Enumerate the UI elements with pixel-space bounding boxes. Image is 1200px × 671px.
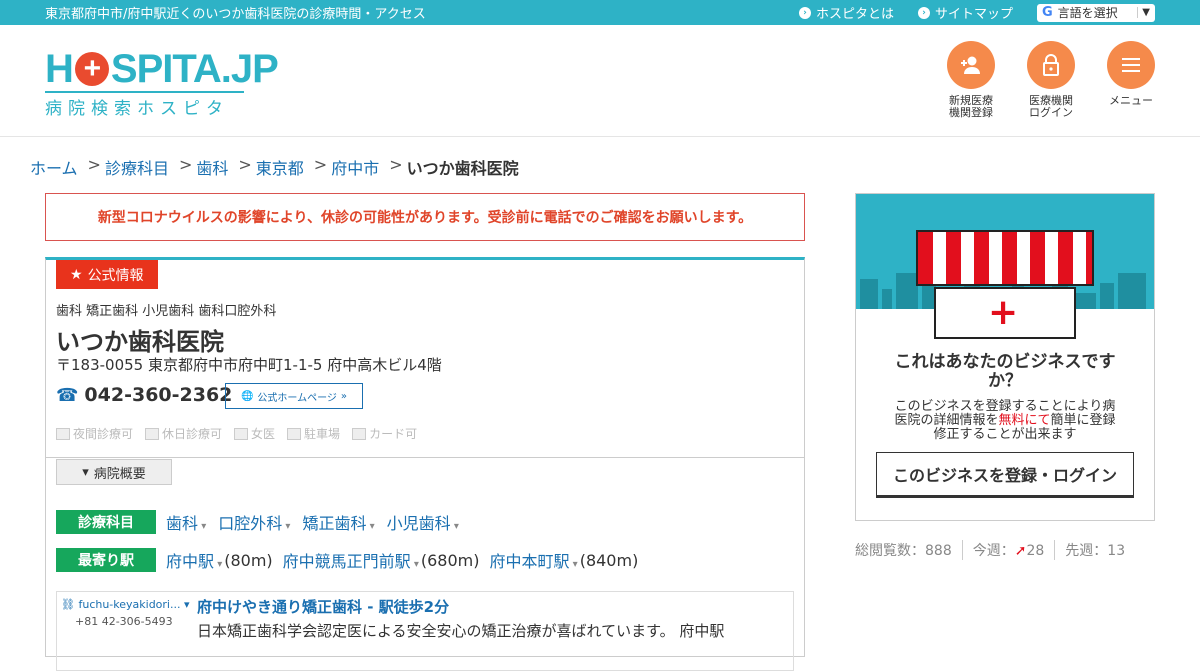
covid-notice: 新型コロナウイルスの影響により、休診の可能性があります。受診前に電話でのご確認を… [45,193,805,241]
login-button[interactable]: 医療機関 ログイン [1027,41,1075,119]
add-user-icon [947,41,995,89]
dept-oral-surgery[interactable]: 口腔外科 [218,510,290,534]
ad-body: 日本矯正歯科学会認定医による安全安心の矯正治療が喜ばれています。 府中駅 [197,622,725,640]
station-fuchu[interactable]: 府中駅 [166,548,222,572]
feature-female-doctor: 女医 [234,425,275,442]
chevron-down-icon: ▼ [1137,7,1150,18]
clinic-phone[interactable]: ☎ 042-360-2362 [56,384,232,406]
logo-subtitle: 病院検索ホスピタ [45,91,244,119]
double-chevron-icon: » [340,390,348,402]
feature-card: カード可 [352,425,417,442]
credit-card-icon [352,427,367,440]
feature-list: 夜間診療可 休日診療可 女医 駐車場 カード可 [56,425,417,442]
ad-phone[interactable]: +81 42-306-5493 [75,615,191,628]
this-week-views: 今週：➚28 [972,543,1045,559]
ad-title[interactable]: 府中けやき通り矯正歯科 - 駅徒歩2分 [197,596,449,617]
caret-down-icon: ▾ [82,464,89,480]
department-label: 診療科目 [56,510,156,534]
about-link[interactable]: › ホスピタとは [798,3,894,22]
claim-text: このビジネスを登録することにより病医院の詳細情報を無料にて簡単に登録修正すること… [894,399,1116,442]
car-icon [287,427,302,440]
claim-business-button[interactable]: このビジネスを登録・ログイン [876,452,1134,498]
trend-up-icon: ➚ [1014,543,1027,559]
ad-domain[interactable]: fuchu-keyakidori... [78,598,180,611]
sitemap-link[interactable]: › サイトマップ [917,3,1013,22]
breadcrumb-fuchu[interactable]: 府中市 [331,155,379,179]
clinic-address: 〒183-0055 東京都府中市府中町1-1-5 府中高木ビル4階 [56,356,442,374]
site-header: H + SPITA.JP 病院検索ホスピタ 新規医療 機関登録 医療機関 ログイン … [0,25,1200,137]
feature-holiday: 休日診療可 [145,425,222,442]
breadcrumb-home[interactable]: ホーム [30,155,78,179]
claim-title: これはあなたのビジネスですか？ [894,352,1116,391]
station-keiba[interactable]: 府中競馬正門前駅 [283,548,419,572]
top-bar: 東京都府中市/府中駅近くのいつか歯科医院の診療時間・アクセス › ホスピタとは ›… [0,0,1200,25]
breadcrumb-dental[interactable]: 歯科 [196,155,228,179]
store-icon: + [934,287,1076,339]
station-label: 最寄り駅 [56,548,156,572]
last-week-views: 先週：13 [1065,543,1126,559]
breadcrumb-tokyo[interactable]: 東京都 [256,155,304,179]
site-tagline: 東京都府中市/府中駅近くのいつか歯科医院の診療時間・アクセス [45,7,426,22]
dept-pediatric[interactable]: 小児歯科 [387,510,459,534]
phone-icon: ☎ [56,384,79,406]
globe-icon: 🌐 [240,390,254,402]
overview-toggle[interactable]: ▾ 病院概要 [56,459,172,485]
view-stats: 総閲覧数：888 今週：➚28 先週：13 [855,540,1125,560]
dept-dental[interactable]: 歯科 [166,510,206,534]
arrow-circle-icon: › [798,6,811,19]
breadcrumb: ホーム > 診療科目 > 歯科 > 東京都 > 府中市 > いつか歯科医院 [30,155,519,179]
link-icon: ⛓ [61,598,75,611]
hamburger-icon [1107,41,1155,89]
feature-parking: 駐車場 [287,425,340,442]
arrow-circle-icon: › [917,6,930,19]
lock-icon [1027,41,1075,89]
clinic-name: いつか歯科医院 [56,328,224,356]
menu-button[interactable]: メニュー [1107,41,1155,119]
breadcrumb-current: いつか歯科医院 [406,159,519,178]
homepage-button[interactable]: 🌐 公式ホームページ» [225,383,363,409]
calendar-icon [145,427,160,440]
awning-icon [916,230,1094,286]
ad-block[interactable]: ⛓ fuchu-keyakidori... ▾ +81 42-306-5493 … [56,591,794,671]
cross-icon: + [74,52,109,86]
doctor-icon [234,427,249,440]
register-button[interactable]: 新規医療 機関登録 [947,41,995,119]
site-logo[interactable]: H + SPITA.JP 病院検索ホスピタ [45,47,279,119]
google-icon: G [1042,5,1053,20]
language-select[interactable]: G 言語を選択 ▼ [1037,3,1155,22]
official-badge: ★ 公式情報 [56,260,158,289]
dept-orthodontics[interactable]: 矯正歯科 [302,510,374,534]
feature-night: 夜間診療可 [56,425,133,442]
moon-icon [56,427,70,440]
business-claim-panel: + これはあなたのビジネスですか？ このビジネスを登録することにより病医院の詳細… [855,193,1155,521]
station-row: 最寄り駅 府中駅(80m) 府中競馬正門前駅(680m) 府中本町駅(840m) [56,548,648,572]
clinic-categories: 歯科 矯正歯科 小児歯科 歯科口腔外科 [56,304,277,319]
station-honmachi[interactable]: 府中本町駅 [489,548,577,572]
department-row: 診療科目 歯科 口腔外科 矯正歯科 小児歯科 [56,510,471,534]
total-views: 総閲覧数：888 [855,543,952,559]
star-icon: ★ [70,266,83,283]
clinic-card: ★ 公式情報 歯科 矯正歯科 小児歯科 歯科口腔外科 いつか歯科医院 〒183-0… [45,257,805,671]
breadcrumb-departments[interactable]: 診療科目 [105,155,169,179]
